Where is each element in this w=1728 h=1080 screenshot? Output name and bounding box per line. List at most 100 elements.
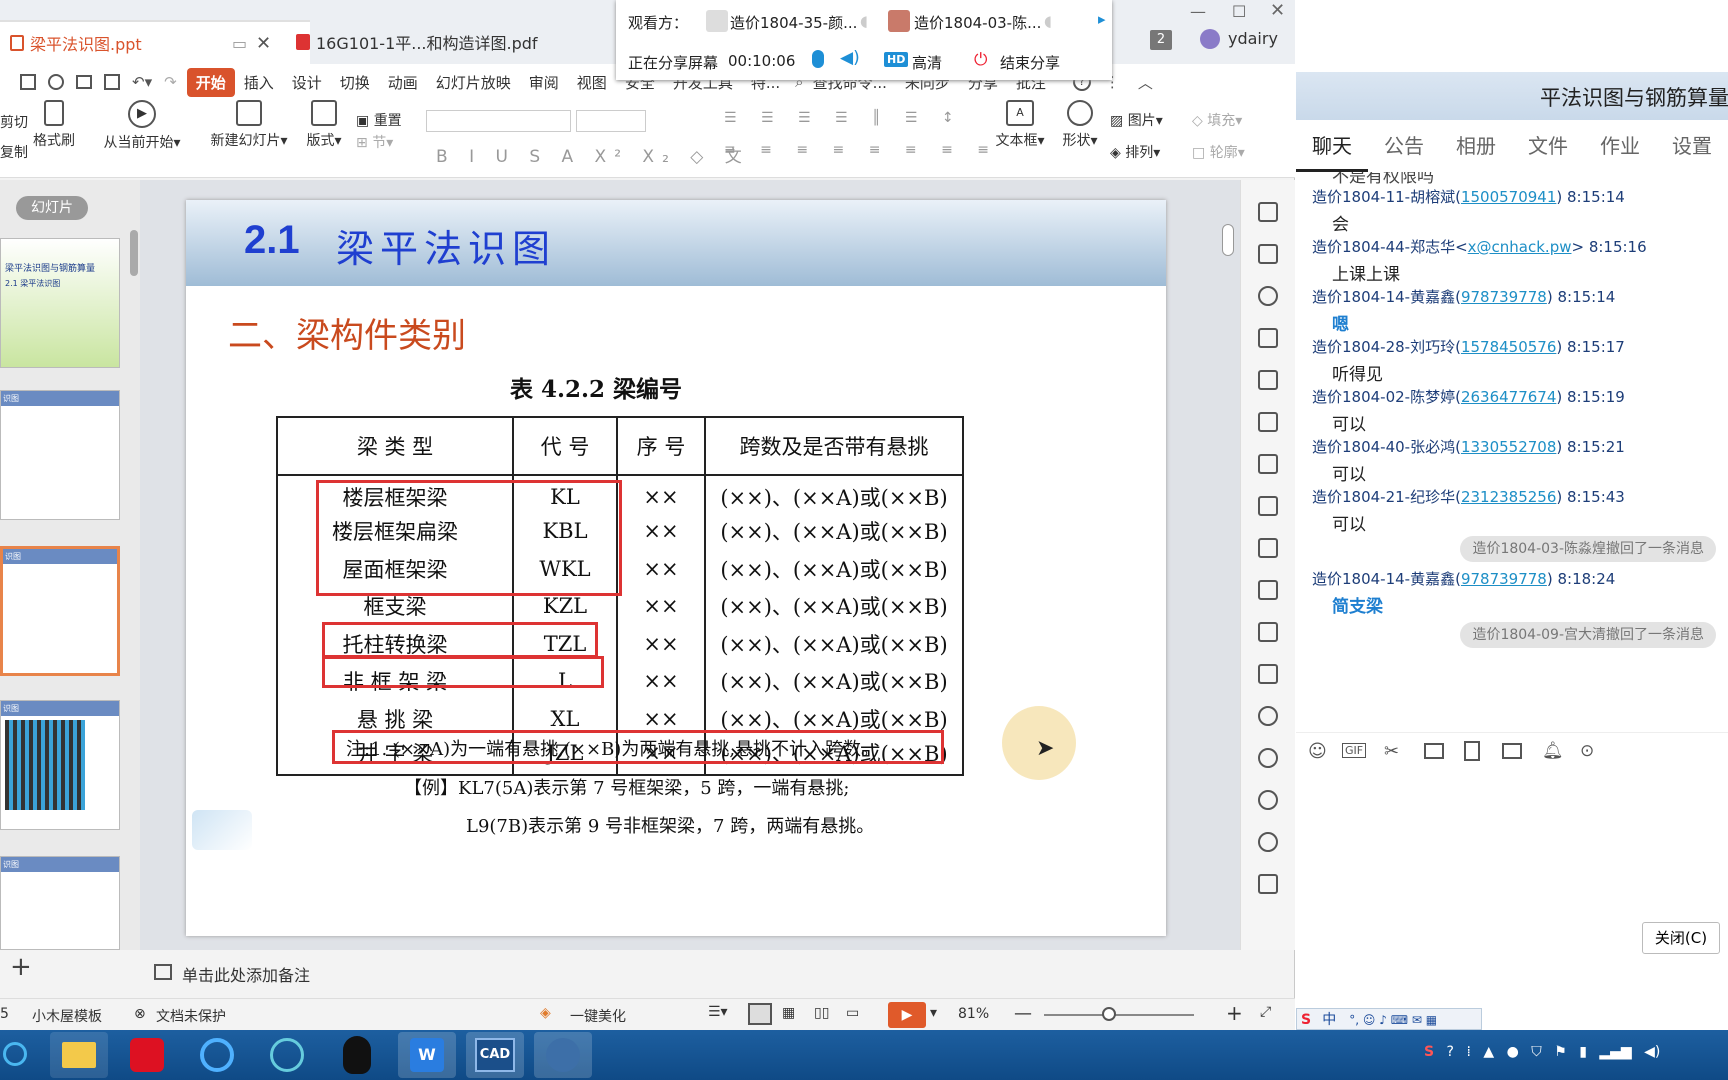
play-options-icon[interactable]: ▾ — [930, 1005, 937, 1021]
fit-window-icon[interactable]: ⤢ — [1260, 1004, 1271, 1020]
slide-thumbnail-4[interactable]: 识图 — [0, 700, 120, 830]
new-slide-button[interactable]: 新建幻灯片▾ — [206, 100, 292, 150]
classroom-app-icon[interactable] — [534, 1032, 592, 1078]
font-size-select[interactable] — [576, 110, 646, 132]
minimize-icon[interactable]: — — [1190, 2, 1206, 21]
user-name[interactable]: ydairy — [1228, 29, 1278, 48]
grid-view-icon[interactable]: ▦ — [782, 1005, 795, 1021]
tab-chat[interactable]: 聊天 — [1296, 120, 1368, 172]
avatar[interactable] — [1200, 29, 1220, 49]
outline-button[interactable]: □ 轮廓▾ — [1192, 142, 1245, 162]
align-buttons[interactable]: ≡ ≡ ≡ ≡ ≡ ≡ ≡ ≡ — [724, 142, 999, 158]
history-icon[interactable] — [1258, 790, 1278, 810]
preview-icon[interactable] — [104, 74, 120, 90]
cloud-app-icon[interactable] — [188, 1032, 246, 1078]
netease-music-icon[interactable] — [118, 1032, 176, 1078]
volume-tray-icon[interactable]: ◀) — [1644, 1044, 1660, 1060]
qq-link[interactable]: 2636477674 — [1461, 388, 1556, 406]
copy-button[interactable]: 复制 — [0, 142, 28, 162]
menu-transition[interactable]: 切换 — [331, 72, 379, 93]
close-window-icon[interactable]: ✕ — [1270, 0, 1285, 21]
tab-homework[interactable]: 作业 — [1584, 120, 1656, 172]
tab-pdf[interactable]: 16G101-1平...和构造详图.pdf — [286, 20, 561, 64]
battery-tray-icon[interactable]: ▮ — [1579, 1044, 1587, 1060]
gif-icon[interactable]: GIF — [1342, 743, 1367, 758]
qq-link[interactable]: 1500570941 — [1461, 188, 1556, 206]
menu-start[interactable]: 开始 — [186, 67, 235, 97]
message-input[interactable] — [1296, 772, 1728, 942]
vertical-scrollbar[interactable] — [1222, 224, 1234, 256]
viewer-2[interactable]: 造价1804-03-陈... — [914, 12, 1041, 33]
undo-icon[interactable]: ↶▾ — [132, 73, 152, 91]
picture-icon[interactable] — [1258, 664, 1278, 684]
wps-writer-icon[interactable]: W — [398, 1032, 456, 1078]
play-slideshow-button[interactable]: ▶ — [888, 1002, 926, 1028]
qq-tray-icon[interactable]: ● — [1507, 1044, 1519, 1060]
zoom-slider-thumb[interactable] — [1102, 1007, 1116, 1021]
sound-icon[interactable] — [1258, 706, 1278, 726]
bell-icon[interactable]: 🔔︎ — [1542, 741, 1564, 761]
slide-switch-icon[interactable] — [1258, 244, 1278, 264]
menu-design[interactable]: 设计 — [283, 72, 331, 93]
qq-link[interactable]: 1578450576 — [1461, 338, 1556, 356]
textbox-button[interactable]: A 文本框▾ — [992, 100, 1048, 150]
menu-slideshow[interactable]: 幻灯片放映 — [427, 72, 520, 93]
tab-notice[interactable]: 公告 — [1368, 120, 1440, 172]
settings-sliders-icon[interactable] — [1258, 496, 1278, 516]
cut-button[interactable]: 剪切 — [0, 112, 28, 132]
zoom-level[interactable]: 81% — [958, 1006, 989, 1022]
qq-icon[interactable] — [328, 1032, 386, 1078]
more-options-icon[interactable]: ⊙ — [1580, 741, 1594, 761]
from-current-button[interactable]: ▶ 从当前开始▾ — [98, 100, 186, 152]
cloud-drive-icon[interactable] — [258, 1032, 316, 1078]
emoji-icon[interactable]: ☺ — [1308, 741, 1327, 762]
flag-tray-icon[interactable]: ⚑ — [1554, 1044, 1567, 1060]
close-button[interactable]: 关闭(C) — [1642, 922, 1720, 954]
file-explorer-icon[interactable] — [50, 1032, 108, 1078]
collapse-ribbon-icon[interactable]: ︿ — [1138, 72, 1153, 93]
fill-button[interactable]: ◇ 填充▾ — [1192, 110, 1242, 130]
zoom-out-icon[interactable]: — — [1014, 1003, 1032, 1024]
qq-link[interactable]: 978739778 — [1461, 288, 1547, 306]
slides-tab[interactable]: 幻灯片 — [16, 196, 88, 220]
folder-icon[interactable] — [1424, 743, 1444, 759]
hd-quality-button[interactable]: 高清 — [912, 52, 942, 73]
shape-button[interactable]: 形状▾ — [1058, 100, 1102, 150]
share-icon[interactable] — [48, 74, 64, 90]
menu-insert[interactable]: 插入 — [235, 72, 283, 93]
slide-thumbnail-5[interactable]: 识图 — [0, 856, 120, 950]
cad-app-icon[interactable]: CAD — [466, 1032, 524, 1078]
security-tray-icon[interactable]: ⛉ — [1531, 1044, 1542, 1060]
ie-browser-icon[interactable] — [0, 1032, 30, 1078]
ime-chinese[interactable]: 中 — [1322, 1012, 1336, 1028]
normal-view-icon[interactable] — [748, 1003, 772, 1025]
qq-link[interactable]: 978739778 — [1461, 570, 1547, 588]
qq-link[interactable]: 2312385256 — [1461, 488, 1556, 506]
export-icon[interactable] — [1258, 580, 1278, 600]
slide-thumbnail-2[interactable]: 识图 — [0, 390, 120, 520]
print-icon[interactable] — [76, 75, 92, 89]
menu-animation[interactable]: 动画 — [379, 72, 427, 93]
font-name-select[interactable] — [426, 110, 571, 132]
image-gallery-icon[interactable] — [1258, 538, 1278, 558]
email-link[interactable]: x@cnhack.pw — [1468, 238, 1572, 256]
ime-tools-icon[interactable]: °, ☺ ♪ ⌨ ✉ ▦ — [1349, 1013, 1437, 1027]
font-style-buttons[interactable]: B I U S A X² X₂ ◇ 文 — [436, 142, 750, 167]
zoom-in-icon[interactable]: + — [1226, 1001, 1243, 1025]
template-name[interactable]: 小木屋模板 — [32, 1006, 102, 1026]
menu-review[interactable]: 审阅 — [520, 72, 568, 93]
archive-icon[interactable] — [1258, 622, 1278, 642]
paragraph-buttons[interactable]: ☰ ☰ ☰ ☰ ║ ☰ ↕ — [724, 110, 964, 126]
tab-ppt[interactable]: 梁平法识图.ppt ▭ ✕ — [0, 20, 310, 64]
show-hidden-icons[interactable]: ▲ — [1483, 1044, 1494, 1060]
section-button[interactable]: ⊞ 节▾ — [356, 132, 393, 152]
qq-link[interactable]: 1330552708 — [1461, 438, 1556, 456]
camera-icon[interactable]: ▭ — [846, 1005, 859, 1021]
table-icon[interactable] — [1258, 370, 1278, 390]
fill-panel-icon[interactable] — [1258, 328, 1278, 348]
maximize-icon[interactable]: ☐ — [1232, 2, 1246, 21]
redo-icon[interactable]: ↷ — [164, 73, 177, 91]
image-icon[interactable] — [1502, 743, 1522, 759]
menu-view[interactable]: 视图 — [568, 72, 616, 93]
tab-files[interactable]: 文件 — [1512, 120, 1584, 172]
